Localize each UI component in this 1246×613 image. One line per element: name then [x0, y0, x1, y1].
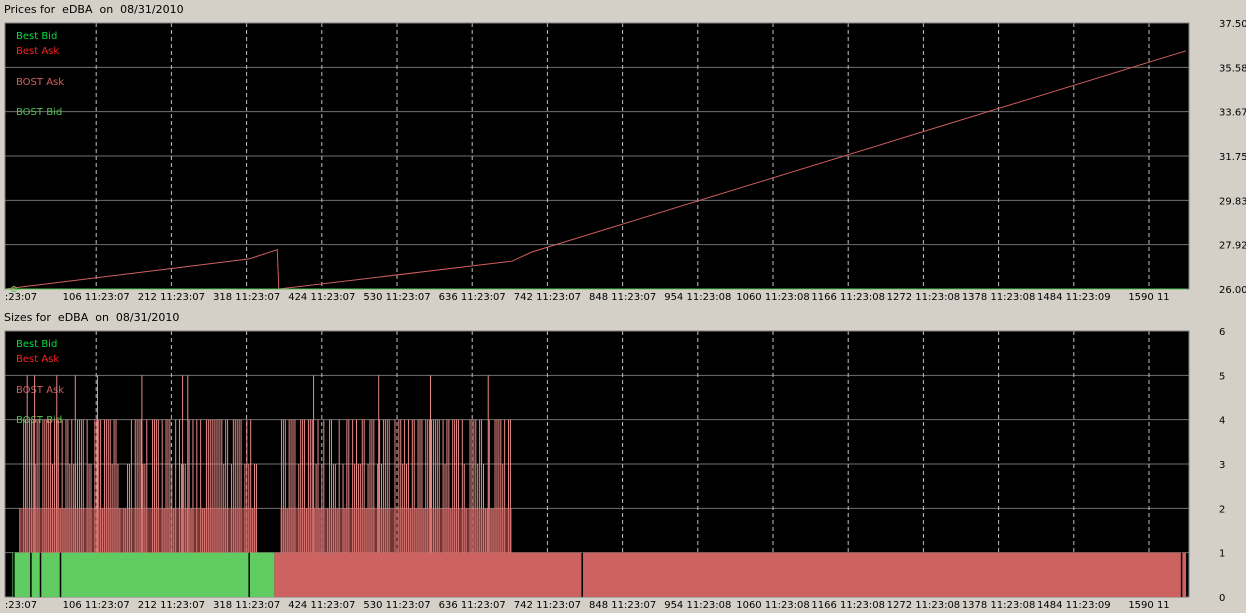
prices-x-tick-label: 742 11:23:07: [514, 292, 581, 303]
sizes-x-tick-label: 848 11:23:07: [589, 600, 656, 611]
prices-x-tick-label: 1378 11:23:08: [962, 292, 1036, 303]
sizes-chart: 6 5 4 3 2 1 0 :23:07 106 11:23:07 212 11:23:07 318…: [4, 327, 1225, 611]
sizes-y-tick-label: 5: [1219, 371, 1225, 382]
sizes-x-tick-label: 318 11:23:07: [213, 600, 280, 611]
prices-x-tick-label: 1484 11:23:09: [1037, 292, 1111, 303]
sizes-x-tick-label: 742 11:23:07: [514, 600, 581, 611]
sizes-x-tick-label: 1060 11:23:08: [736, 600, 810, 611]
sizes-x-tick-label: 1272 11:23:08: [887, 600, 961, 611]
ask-size-band: [280, 508, 512, 553]
prices-x-tick-label: 1590 11: [1128, 292, 1169, 303]
prices-x-tick-label: :23:07: [5, 292, 37, 303]
prices-y-tick-label: 33.67: [1219, 108, 1246, 119]
prices-y-tick-label: 29.83: [1219, 196, 1246, 207]
sizes-x-tick-label: 954 11:23:08: [664, 600, 731, 611]
prices-x-tick-label: 848 11:23:07: [589, 292, 656, 303]
sizes-x-tick-label: 636 11:23:07: [439, 600, 506, 611]
prices-x-tick-label: 1166 11:23:08: [811, 292, 885, 303]
prices-legend-entry: Best Bid: [16, 31, 57, 42]
prices-x-tick-label: 106 11:23:07: [63, 292, 130, 303]
prices-legend-entry: Best Ask: [16, 46, 59, 57]
prices-y-tick-label: 27.92: [1219, 241, 1246, 252]
sizes-legend-entry: Best Ask: [16, 354, 59, 365]
prices-x-tick-label: 954 11:23:08: [664, 292, 731, 303]
sizes-x-tick-label: 424 11:23:07: [288, 600, 355, 611]
sizes-x-tick-label: :23:07: [5, 600, 37, 611]
sizes-y-tick-label: 6: [1219, 327, 1225, 338]
prices-x-tick-label: 1272 11:23:08: [887, 292, 961, 303]
sizes-x-tick-label: 1166 11:23:08: [811, 600, 885, 611]
sizes-y-tick-label: 4: [1219, 416, 1225, 427]
sizes-y-tick-label: 2: [1219, 504, 1225, 515]
prices-y-tick-label: 26.00: [1219, 285, 1246, 296]
prices-y-tick-label: 35.58: [1219, 63, 1246, 74]
sizes-y-tick-label: 0: [1219, 593, 1225, 604]
sizes-x-tick-label: 1590 11: [1128, 600, 1169, 611]
prices-chart: 37.50 35.58 33.67 31.75 29.83 27.92 26.00 :23:0…: [4, 19, 1246, 303]
prices-legend-entry: BOST Ask: [16, 77, 64, 88]
prices-x-tick-label: 212 11:23:07: [138, 292, 205, 303]
prices-y-tick-label: 31.75: [1219, 152, 1246, 163]
prices-y-tick-label: 37.50: [1219, 19, 1246, 30]
sizes-x-tick-label: 1378 11:23:08: [962, 600, 1036, 611]
ask-size-band: [19, 508, 257, 553]
sizes-y-tick-label: 3: [1219, 460, 1225, 471]
ask-size-area: [274, 552, 1187, 597]
prices-x-tick-label: 318 11:23:07: [213, 292, 280, 303]
sizes-x-tick-label: 1484 11:23:09: [1037, 600, 1111, 611]
sizes-x-tick-label: 530 11:23:07: [363, 600, 430, 611]
prices-x-tick-label: 424 11:23:07: [288, 292, 355, 303]
sizes-x-tick-label: 106 11:23:07: [63, 600, 130, 611]
sizes-x-tick-label: 212 11:23:07: [138, 600, 205, 611]
prices-x-tick-label: 530 11:23:07: [363, 292, 430, 303]
sizes-y-tick-label: 1: [1219, 549, 1225, 560]
sizes-legend-entry: Best Bid: [16, 339, 57, 350]
prices-legend-entry: BOST Bid: [16, 107, 62, 118]
prices-x-tick-label: 1060 11:23:08: [736, 292, 810, 303]
prices-x-tick-label: 636 11:23:07: [439, 292, 506, 303]
bid-size-area: [12, 552, 275, 597]
